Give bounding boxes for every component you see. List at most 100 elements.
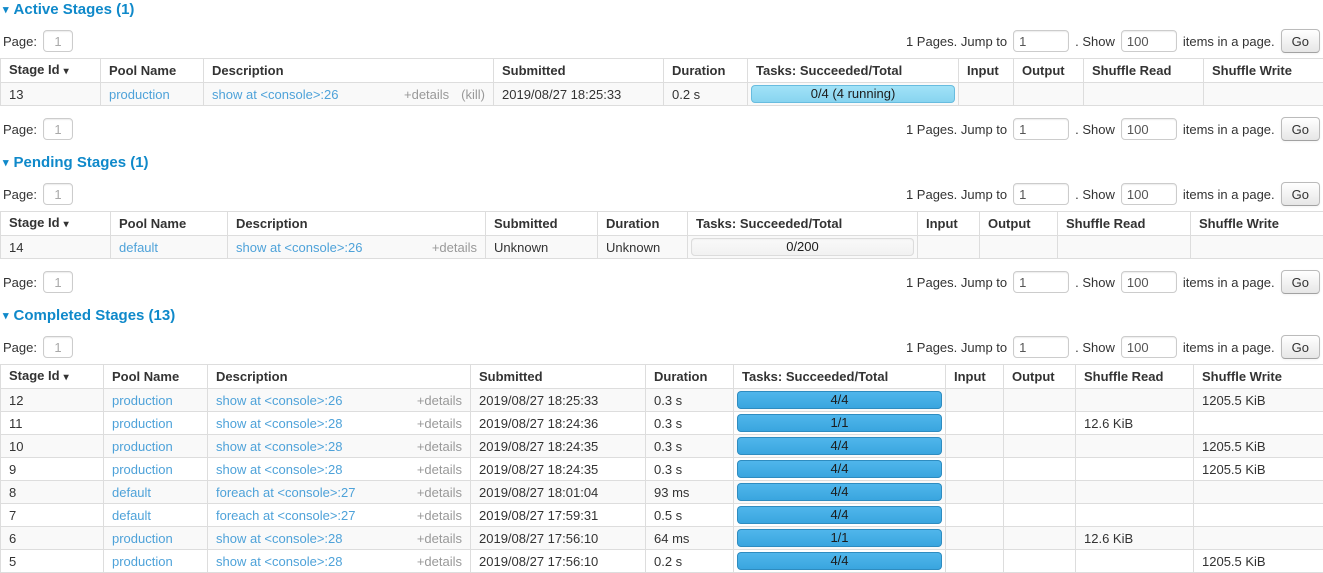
page-number-input[interactable]: [43, 271, 73, 293]
jump-to-input[interactable]: [1013, 336, 1069, 358]
pool-link[interactable]: default: [112, 508, 151, 523]
details-link[interactable]: +details: [417, 439, 462, 454]
pool-link[interactable]: production: [112, 393, 173, 408]
jump-to-input[interactable]: [1013, 30, 1069, 52]
col-header-pool-name[interactable]: Pool Name: [101, 59, 204, 83]
col-header-description[interactable]: Description: [204, 59, 494, 83]
col-header-pool-name[interactable]: Pool Name: [104, 365, 208, 389]
col-header-input[interactable]: Input: [959, 59, 1014, 83]
show-items-input[interactable]: [1121, 118, 1177, 140]
details-link[interactable]: +details: [417, 485, 462, 500]
show-text: . Show: [1075, 340, 1115, 355]
description-cell: show at <console>:26+details: [208, 389, 471, 412]
section-heading-pending-stages[interactable]: ▾ Pending Stages (1): [3, 155, 1323, 171]
description-link[interactable]: show at <console>:26: [236, 240, 432, 255]
kill-link[interactable]: (kill): [461, 87, 485, 102]
description-link[interactable]: show at <console>:26: [212, 87, 404, 102]
page-number-input[interactable]: [43, 30, 73, 52]
details-link[interactable]: +details: [417, 416, 462, 431]
details-link[interactable]: +details: [417, 554, 462, 569]
description-link[interactable]: show at <console>:28: [216, 554, 417, 569]
go-button[interactable]: Go: [1281, 182, 1320, 206]
description-link[interactable]: show at <console>:28: [216, 439, 417, 454]
pool-link[interactable]: production: [112, 439, 173, 454]
col-header-description[interactable]: Description: [208, 365, 471, 389]
details-link[interactable]: +details: [432, 240, 477, 255]
jump-to-input[interactable]: [1013, 183, 1069, 205]
page-number-input[interactable]: [43, 118, 73, 140]
show-items-input[interactable]: [1121, 336, 1177, 358]
col-header-output[interactable]: Output: [1004, 365, 1076, 389]
show-items-input[interactable]: [1121, 183, 1177, 205]
col-header-input[interactable]: Input: [946, 365, 1004, 389]
pool-link[interactable]: production: [112, 416, 173, 431]
col-header-output[interactable]: Output: [1014, 59, 1084, 83]
col-header-submitted[interactable]: Submitted: [471, 365, 646, 389]
go-button[interactable]: Go: [1281, 29, 1320, 53]
submitted-cell: 2019/08/27 18:24:35: [471, 435, 646, 458]
jump-to-input[interactable]: [1013, 271, 1069, 293]
go-button[interactable]: Go: [1281, 270, 1320, 294]
details-link[interactable]: +details: [417, 462, 462, 477]
duration-cell: Unknown: [598, 236, 688, 259]
col-header-tasks[interactable]: Tasks: Succeeded/Total: [734, 365, 946, 389]
details-link[interactable]: +details: [417, 393, 462, 408]
col-header-tasks[interactable]: Tasks: Succeeded/Total: [748, 59, 959, 83]
col-header-input[interactable]: Input: [918, 212, 980, 236]
col-header-duration[interactable]: Duration: [646, 365, 734, 389]
page-controls: 1 Pages. Jump to . Show items in a page.…: [906, 335, 1320, 359]
pool-link[interactable]: production: [112, 554, 173, 569]
col-header-stage-id[interactable]: Stage Id▾: [1, 212, 111, 236]
pool-link[interactable]: production: [112, 531, 173, 546]
col-header-description[interactable]: Description: [228, 212, 486, 236]
col-header-shuffle-read[interactable]: Shuffle Read: [1084, 59, 1204, 83]
page-number-input[interactable]: [43, 183, 73, 205]
duration-cell: 93 ms: [646, 481, 734, 504]
description-link[interactable]: foreach at <console>:27: [216, 508, 417, 523]
section-heading-completed-stages[interactable]: ▾ Completed Stages (13): [3, 308, 1323, 324]
go-button[interactable]: Go: [1281, 117, 1320, 141]
pool-link[interactable]: default: [112, 485, 151, 500]
stage-id-cell: 8: [1, 481, 104, 504]
col-header-shuffle-read[interactable]: Shuffle Read: [1076, 365, 1194, 389]
progress-label: 0/4 (4 running): [751, 85, 955, 103]
col-header-stage-id[interactable]: Stage Id▾: [1, 59, 101, 83]
stage-id-cell: 12: [1, 389, 104, 412]
table-row: 13 production show at <console>:26+details…: [1, 83, 1323, 106]
pool-link[interactable]: production: [112, 462, 173, 477]
col-header-output[interactable]: Output: [980, 212, 1058, 236]
section-heading-active-stages[interactable]: ▾ Active Stages (1): [3, 2, 1323, 18]
stage-id-cell: 13: [1, 83, 101, 106]
description-link[interactable]: show at <console>:26: [216, 393, 417, 408]
description-link[interactable]: show at <console>:28: [216, 531, 417, 546]
go-button[interactable]: Go: [1281, 335, 1320, 359]
col-header-label: Stage Id: [9, 368, 60, 383]
jump-to-input[interactable]: [1013, 118, 1069, 140]
description-link[interactable]: show at <console>:28: [216, 462, 417, 477]
pool-link[interactable]: production: [109, 87, 170, 102]
col-header-stage-id[interactable]: Stage Id▾: [1, 365, 104, 389]
col-header-duration[interactable]: Duration: [664, 59, 748, 83]
col-header-shuffle-read[interactable]: Shuffle Read: [1058, 212, 1191, 236]
description-link[interactable]: foreach at <console>:27: [216, 485, 417, 500]
col-header-tasks[interactable]: Tasks: Succeeded/Total: [688, 212, 918, 236]
output-cell: [1014, 83, 1084, 106]
col-header-shuffle-write[interactable]: Shuffle Write: [1204, 59, 1323, 83]
col-header-submitted[interactable]: Submitted: [486, 212, 598, 236]
show-items-input[interactable]: [1121, 30, 1177, 52]
description-link[interactable]: show at <console>:28: [216, 416, 417, 431]
col-header-pool-name[interactable]: Pool Name: [111, 212, 228, 236]
pool-link[interactable]: default: [119, 240, 158, 255]
col-header-submitted[interactable]: Submitted: [494, 59, 664, 83]
col-header-shuffle-write[interactable]: Shuffle Write: [1194, 365, 1323, 389]
tasks-progress-bar: 0/4 (4 running): [751, 85, 955, 103]
description-cell: show at <console>:26+details: [228, 236, 486, 259]
details-link[interactable]: +details: [404, 87, 449, 102]
show-items-input[interactable]: [1121, 271, 1177, 293]
page-number-input[interactable]: [43, 336, 73, 358]
details-link[interactable]: +details: [417, 508, 462, 523]
col-header-duration[interactable]: Duration: [598, 212, 688, 236]
col-header-shuffle-write[interactable]: Shuffle Write: [1191, 212, 1323, 236]
pending-stages-table: Stage Id▾ Pool Name Description Submitte…: [0, 211, 1323, 259]
details-link[interactable]: +details: [417, 531, 462, 546]
